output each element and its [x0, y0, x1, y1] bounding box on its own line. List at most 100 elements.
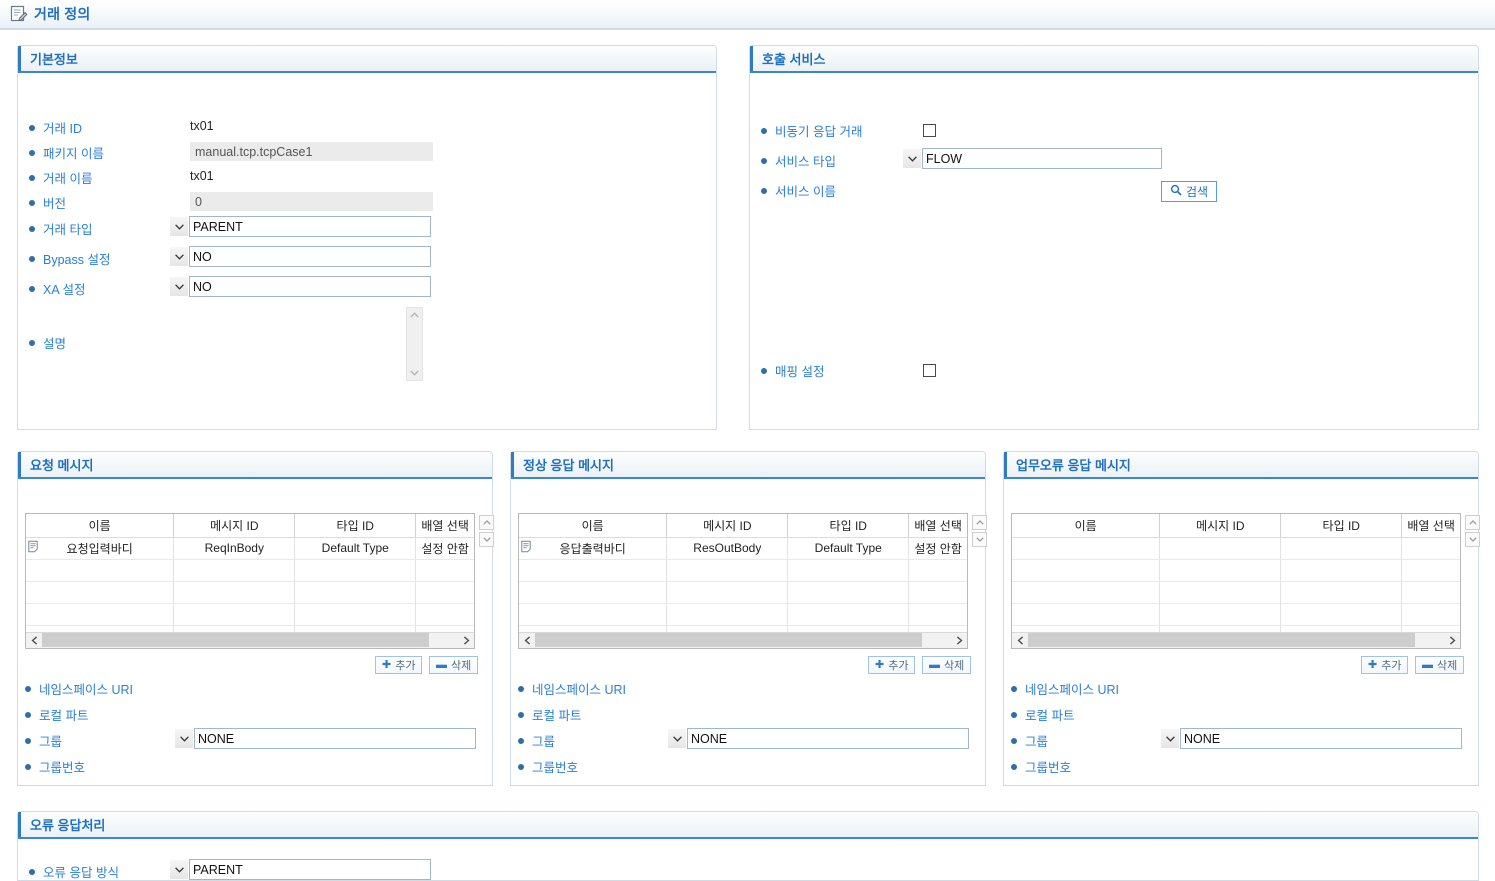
scroll-up-arrow-icon[interactable] [1465, 515, 1480, 530]
table-cell[interactable]: 설정 안함 [909, 537, 967, 559]
table-cell-empty[interactable] [1402, 581, 1460, 603]
error-response-method-select[interactable]: PARENT [189, 859, 431, 880]
scroll-up-arrow-icon[interactable] [972, 515, 987, 530]
table-cell-empty[interactable] [667, 559, 788, 581]
column-header[interactable]: 메시지 ID [1160, 514, 1281, 537]
description-textarea[interactable] [190, 307, 440, 381]
table-cell-empty[interactable] [1402, 537, 1460, 559]
table-cell-empty[interactable] [26, 581, 174, 603]
table-cell-empty[interactable] [667, 603, 788, 625]
table-cell-empty[interactable] [519, 559, 667, 581]
business-error-response-message-grid[interactable]: 이름메시지 ID타입 ID배열 선택 [1011, 513, 1461, 649]
business-error-response-message-add-button[interactable]: ✚추가 [1361, 656, 1408, 674]
column-header[interactable]: 메시지 ID [174, 514, 295, 537]
hscroll-track[interactable] [1028, 633, 1444, 649]
version-input[interactable] [190, 192, 433, 211]
bypass-select[interactable]: NO [189, 246, 431, 267]
scroll-down-arrow-icon[interactable] [479, 532, 494, 547]
scroll-down-arrow-icon[interactable] [1465, 532, 1480, 547]
business-error-response-message-vscrollbar[interactable] [1465, 515, 1480, 547]
chevron-up-icon[interactable] [410, 308, 419, 322]
table-cell-empty[interactable] [519, 603, 667, 625]
table-cell-empty[interactable] [416, 581, 474, 603]
table-cell-empty[interactable] [1160, 537, 1281, 559]
table-row-empty[interactable] [26, 581, 474, 603]
table-cell-empty[interactable] [909, 581, 967, 603]
column-header[interactable]: 타입 ID [295, 514, 416, 537]
table-cell-empty[interactable] [1012, 559, 1160, 581]
request-message-grid[interactable]: 이름메시지 ID타입 ID배열 선택요청입력바디ReqInBodyDefault… [25, 513, 475, 649]
scroll-left-arrow-icon[interactable] [519, 633, 535, 649]
normal-response-message-delete-button[interactable]: ▬삭제 [922, 656, 971, 674]
table-row-empty[interactable] [519, 603, 967, 625]
column-header[interactable]: 이름 [519, 514, 667, 537]
normal-response-message-group-select[interactable]: NONE [687, 728, 969, 749]
table-row-empty[interactable] [1012, 559, 1460, 581]
request-message-group-select[interactable]: NONE [194, 728, 476, 749]
scroll-right-arrow-icon[interactable] [951, 633, 967, 649]
table-cell-empty[interactable] [295, 559, 416, 581]
column-header[interactable]: 이름 [1012, 514, 1160, 537]
table-cell-empty[interactable] [295, 581, 416, 603]
table-cell-empty[interactable] [1012, 581, 1160, 603]
table-cell-empty[interactable] [1402, 603, 1460, 625]
search-service-button[interactable]: 검색 [1161, 181, 1217, 202]
column-header[interactable]: 타입 ID [1281, 514, 1402, 537]
table-row[interactable]: 요청입력바디ReqInBodyDefault Type설정 안함 [26, 537, 474, 559]
table-cell-empty[interactable] [667, 581, 788, 603]
table-cell-empty[interactable] [788, 581, 909, 603]
description-scrollbar[interactable] [406, 307, 423, 381]
column-header[interactable]: 배열 선택 [1402, 514, 1460, 537]
normal-response-message-vscrollbar[interactable] [972, 515, 987, 547]
table-row-empty[interactable] [1012, 603, 1460, 625]
business-error-response-message-hscrollbar[interactable] [1012, 632, 1460, 648]
table-cell-empty[interactable] [174, 603, 295, 625]
table-cell-empty[interactable] [1160, 581, 1281, 603]
table-cell[interactable]: 설정 안함 [416, 537, 474, 559]
table-cell-empty[interactable] [788, 603, 909, 625]
table-cell-empty[interactable] [909, 559, 967, 581]
request-message-vscrollbar[interactable] [479, 515, 494, 547]
table-row-empty[interactable] [1012, 537, 1460, 559]
column-header[interactable]: 배열 선택 [416, 514, 474, 537]
hscroll-track[interactable] [535, 633, 951, 649]
table-cell[interactable]: 응답출력바디 [519, 537, 667, 559]
table-cell[interactable]: Default Type [295, 537, 416, 559]
table-row-empty[interactable] [519, 581, 967, 603]
normal-response-message-hscrollbar[interactable] [519, 632, 967, 648]
table-row-empty[interactable] [1012, 581, 1460, 603]
scroll-right-arrow-icon[interactable] [1444, 633, 1460, 649]
table-cell-empty[interactable] [1402, 559, 1460, 581]
tx-type-select[interactable]: PARENT [189, 216, 431, 237]
scroll-left-arrow-icon[interactable] [1012, 633, 1028, 649]
table-cell-empty[interactable] [416, 603, 474, 625]
xa-select[interactable]: NO [189, 276, 431, 297]
table-cell-empty[interactable] [1012, 537, 1160, 559]
table-cell-empty[interactable] [1281, 559, 1402, 581]
scroll-right-arrow-icon[interactable] [458, 633, 474, 649]
table-row-empty[interactable] [519, 559, 967, 581]
table-cell-empty[interactable] [1012, 603, 1160, 625]
table-cell-empty[interactable] [909, 603, 967, 625]
table-cell[interactable]: 요청입력바디 [26, 537, 174, 559]
table-row[interactable]: 응답출력바디ResOutBodyDefault Type설정 안함 [519, 537, 967, 559]
scroll-down-arrow-icon[interactable] [972, 532, 987, 547]
async-response-checkbox[interactable] [923, 124, 936, 137]
column-header[interactable]: 이름 [26, 514, 174, 537]
table-cell-empty[interactable] [174, 581, 295, 603]
column-header[interactable]: 타입 ID [788, 514, 909, 537]
package-name-input[interactable] [190, 142, 433, 161]
column-header[interactable]: 배열 선택 [909, 514, 967, 537]
request-message-add-button[interactable]: ✚추가 [375, 656, 422, 674]
table-row-empty[interactable] [26, 603, 474, 625]
table-cell[interactable]: Default Type [788, 537, 909, 559]
table-cell-empty[interactable] [174, 559, 295, 581]
table-row-empty[interactable] [26, 559, 474, 581]
table-cell-empty[interactable] [519, 581, 667, 603]
column-header[interactable]: 메시지 ID [667, 514, 788, 537]
scroll-up-arrow-icon[interactable] [479, 515, 494, 530]
chevron-down-icon[interactable] [410, 366, 419, 380]
service-type-select[interactable]: FLOW [922, 148, 1162, 169]
table-cell[interactable]: ReqInBody [174, 537, 295, 559]
table-cell-empty[interactable] [295, 603, 416, 625]
